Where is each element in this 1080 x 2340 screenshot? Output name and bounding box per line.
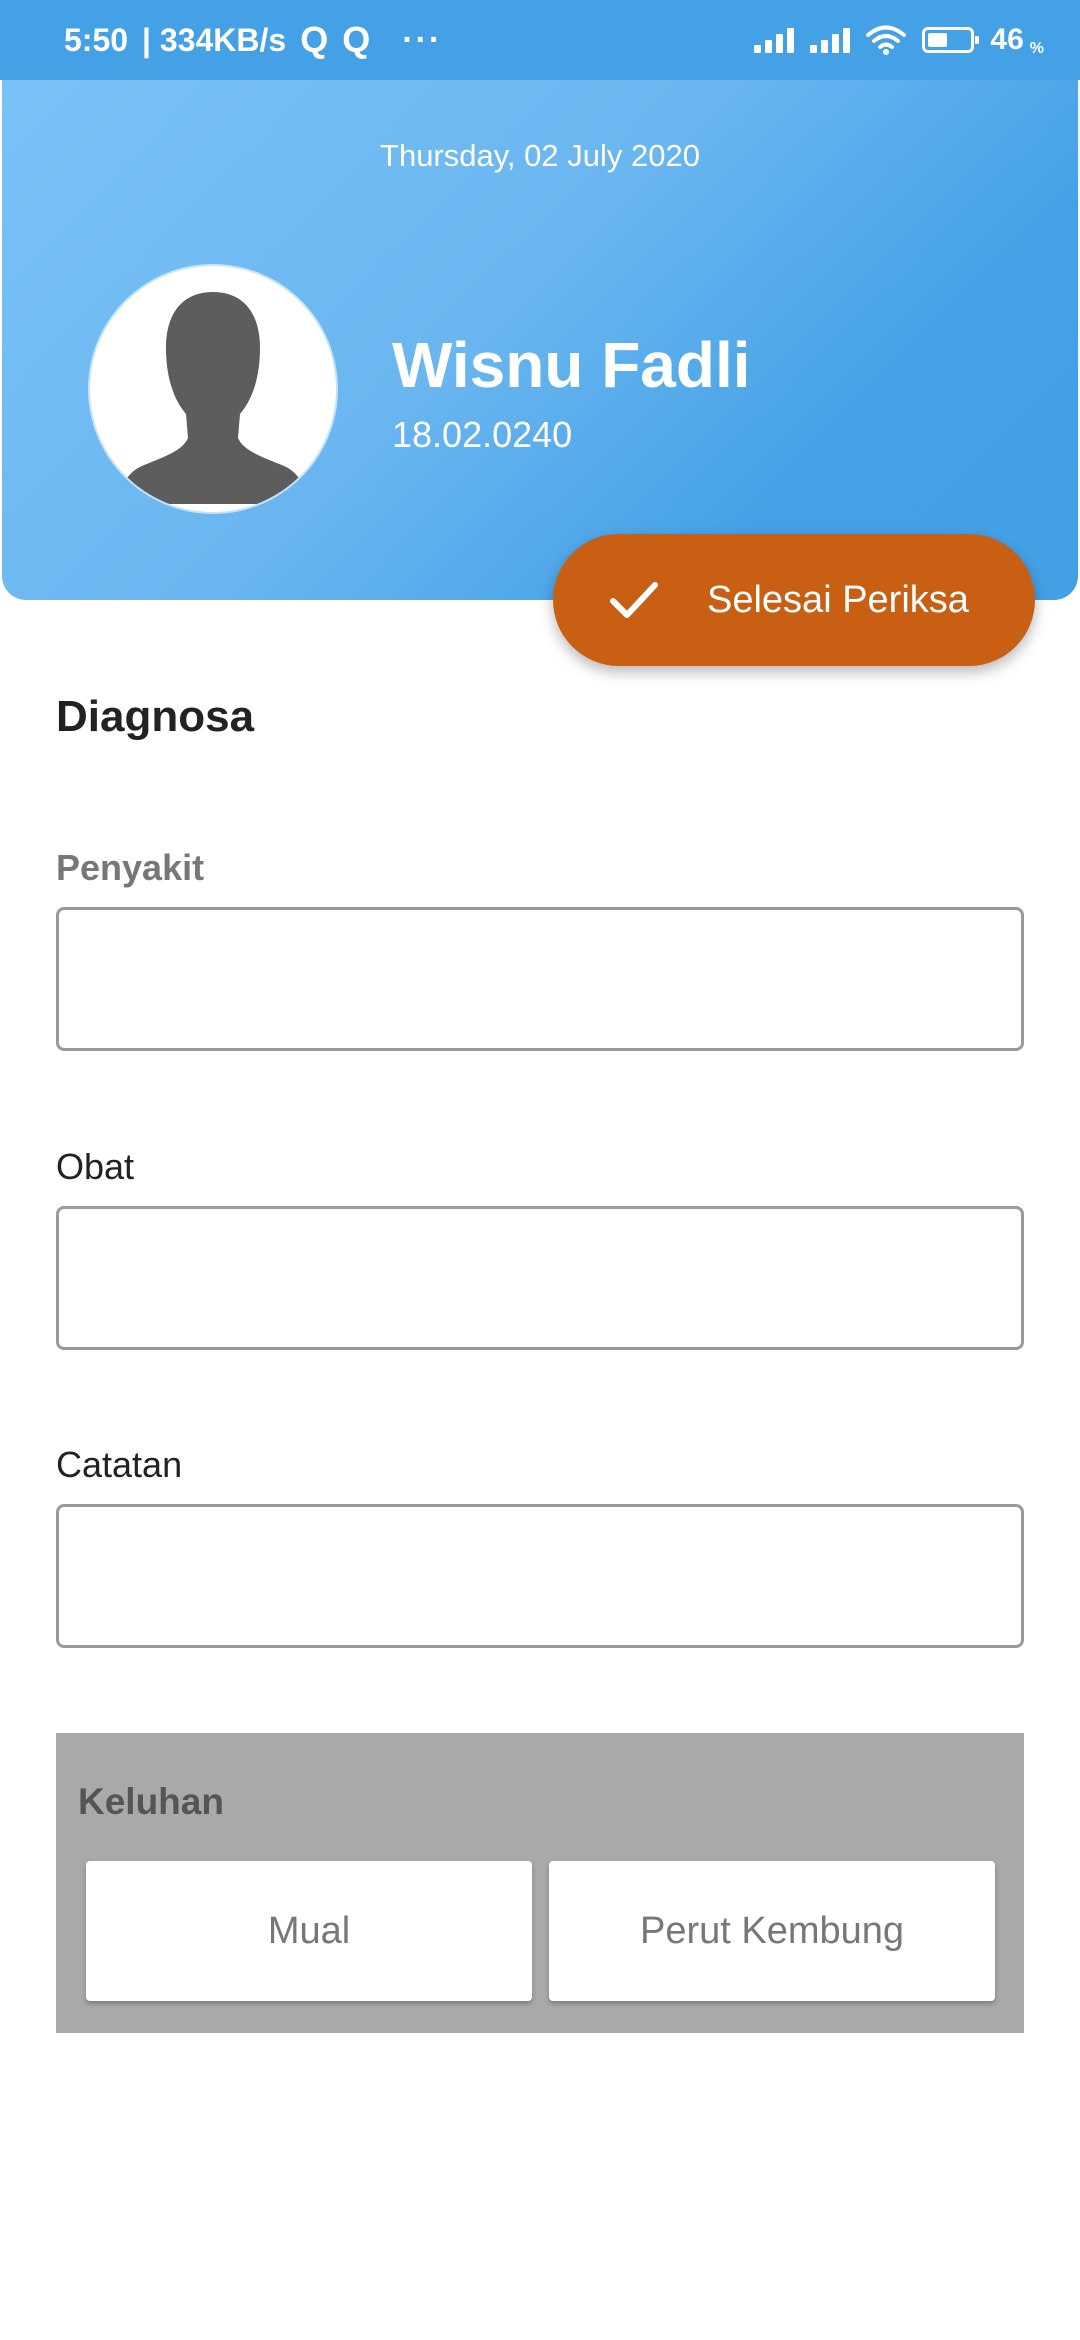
more-notifications-icon: ··· <box>402 20 443 59</box>
check-icon <box>610 582 658 618</box>
battery-level <box>928 33 947 47</box>
penyakit-input[interactable] <box>56 907 1024 1051</box>
patient-header: Thursday, 02 July 2020 Wisnu Fadli 18.02… <box>2 80 1078 600</box>
wifi-icon <box>866 25 907 55</box>
obat-label: Obat <box>56 1146 135 1187</box>
section-title: Diagnosa <box>56 692 255 741</box>
keluhan-chip-mual[interactable]: Mual <box>86 1861 532 2001</box>
signal-icon <box>754 27 795 53</box>
penyakit-label: Penyakit <box>56 847 205 888</box>
network-speed: | 334KB/s <box>142 21 287 58</box>
patient-name: Wisnu Fadli <box>392 329 751 401</box>
person-silhouette-icon <box>120 292 306 504</box>
battery-percent: 46 <box>990 23 1024 56</box>
signal-icon-2 <box>810 27 851 53</box>
status-bar: 5:50 | 334KB/s Q Q ··· 46 % <box>0 0 1080 80</box>
status-bar-left: 5:50 | 334KB/s Q Q ··· <box>64 0 442 80</box>
avatar <box>90 266 336 512</box>
patient-id: 18.02.0240 <box>392 414 573 455</box>
finish-examination-label: Selesai Periksa <box>707 578 969 621</box>
battery-icon <box>922 27 980 53</box>
keluhan-chip-perut-kembung[interactable]: Perut Kembung <box>549 1861 995 2001</box>
keluhan-title: Keluhan <box>78 1781 224 1822</box>
finish-examination-button[interactable]: Selesai Periksa <box>553 534 1035 666</box>
status-time: 5:50 <box>64 21 129 58</box>
header-date: Thursday, 02 July 2020 <box>380 138 700 173</box>
status-bar-right: 46 % <box>754 0 1044 80</box>
keluhan-panel: Keluhan Mual Perut Kembung <box>56 1733 1024 2033</box>
catatan-label: Catatan <box>56 1444 183 1485</box>
notification-app-icon: Q <box>300 19 329 60</box>
battery-percent-sign: % <box>1029 40 1044 57</box>
catatan-input[interactable] <box>56 1504 1024 1648</box>
notification-app-icon-2: Q <box>342 19 371 60</box>
obat-input[interactable] <box>56 1206 1024 1350</box>
